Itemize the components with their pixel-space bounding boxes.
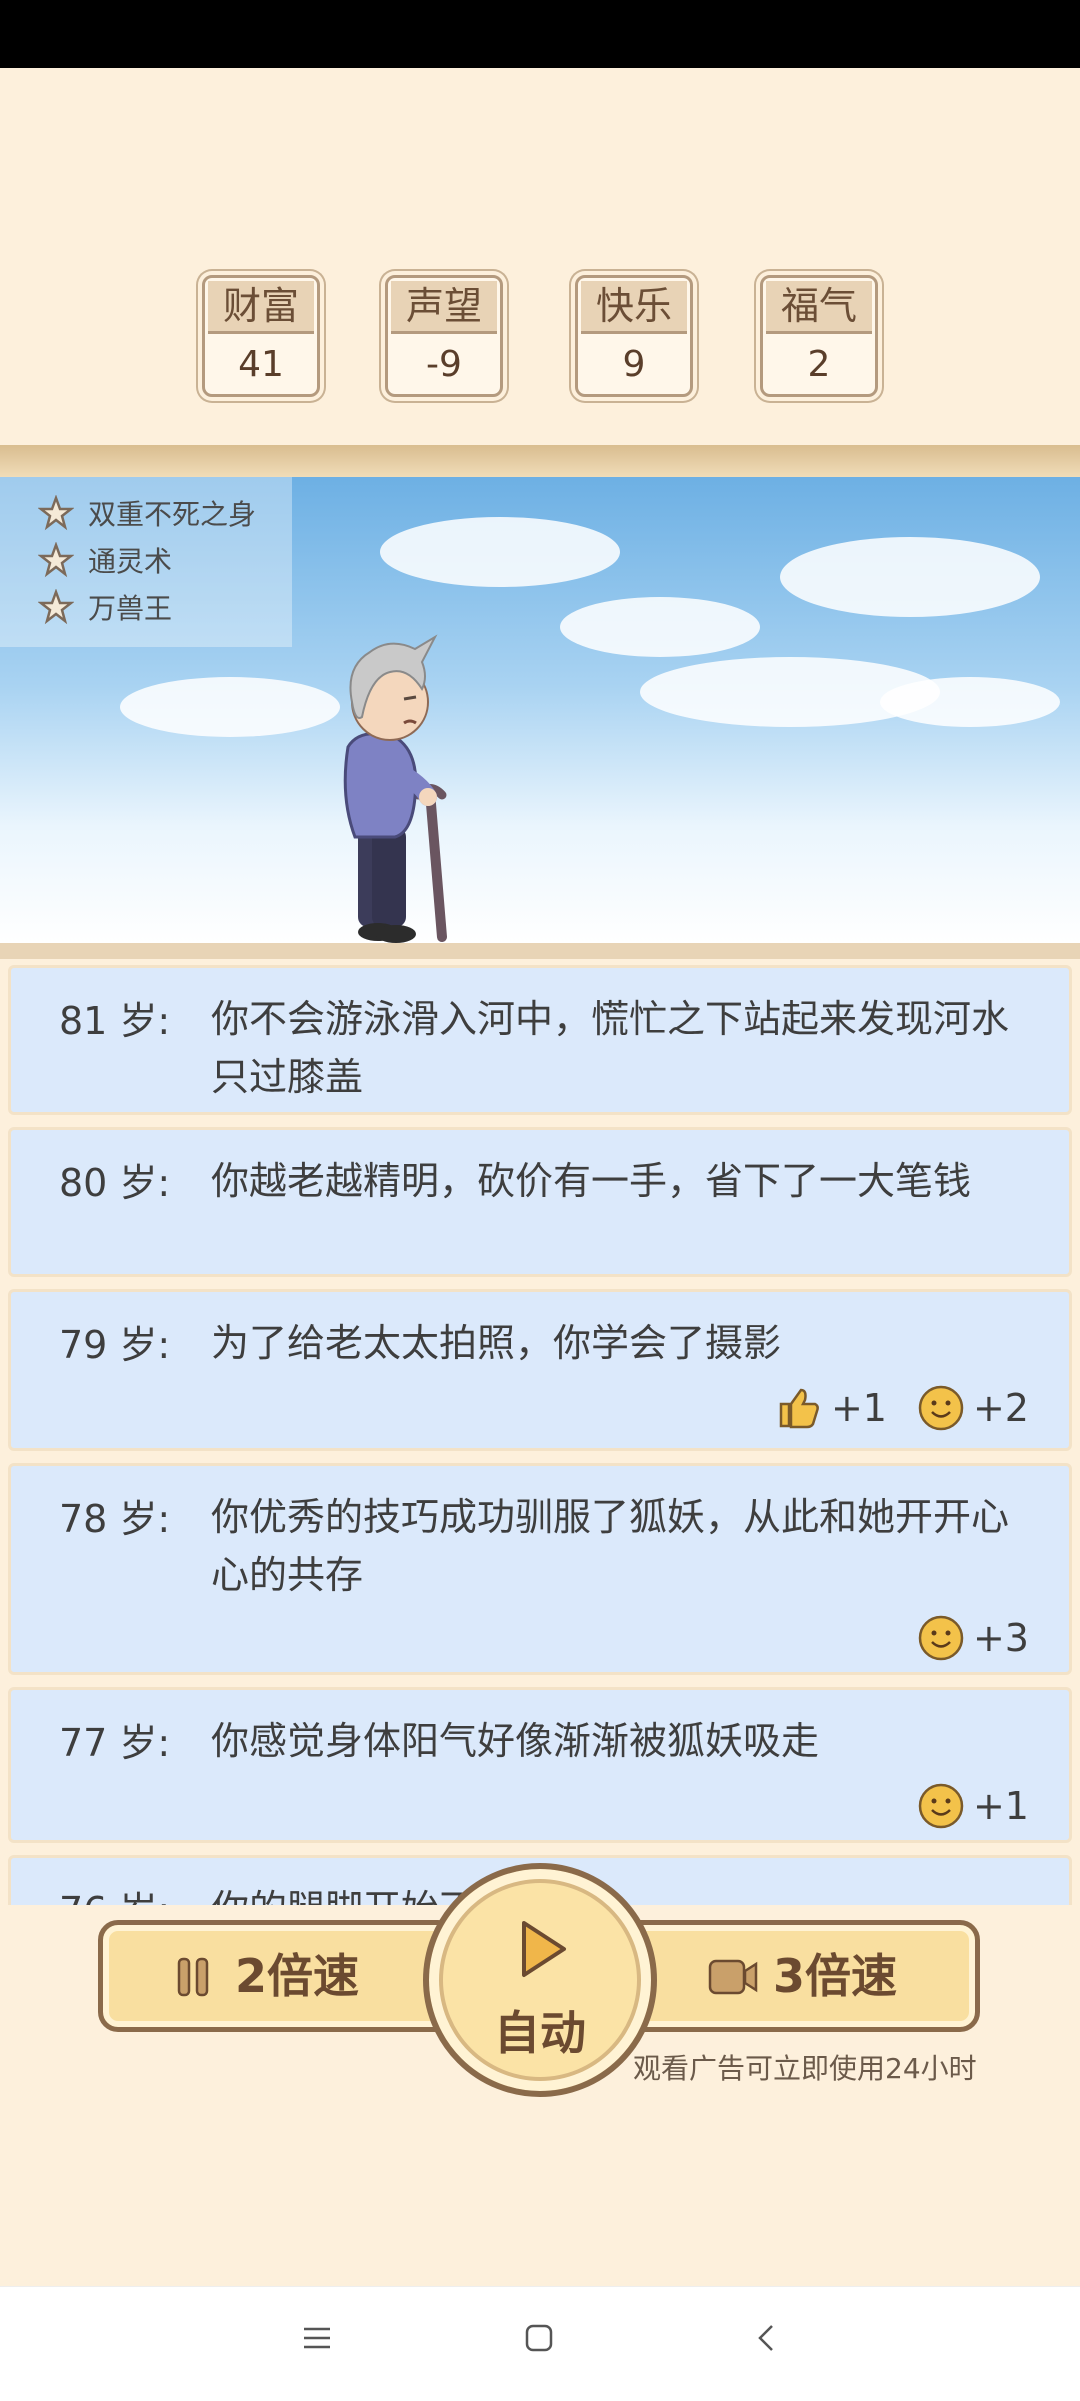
play-icon (522, 1921, 566, 1977)
talent-item: 万兽王 (38, 587, 172, 627)
reward-item: +1 (917, 1782, 1029, 1830)
pause-icon (177, 1957, 209, 1997)
talent-list: 双重不死之身 通灵术 万兽王 (0, 477, 292, 647)
log-age: 76 岁: (59, 1880, 170, 1905)
log-entry: 81 岁: 你不会游泳滑入河中，慌忙之下站起来发现河水只过膝盖 (8, 965, 1072, 1115)
log-entry: 79 岁: 为了给老太太拍照，你学会了摄影 +1 +2 (8, 1289, 1072, 1451)
smile-icon (918, 1783, 964, 1829)
ad-note: 观看广告可立即使用24小时 (633, 2052, 977, 2085)
talent-label: 双重不死之身 (88, 498, 257, 531)
reward-item: +1 (775, 1384, 887, 1432)
star-icon (38, 495, 74, 531)
reward-item: +2 (917, 1384, 1029, 1432)
talent-item: 双重不死之身 (38, 493, 256, 533)
thumbs-up-icon (779, 1388, 819, 1429)
auto-play-button[interactable]: 自动 (423, 1863, 657, 2097)
reward-value: +1 (972, 1784, 1029, 1828)
scene-frame-top (0, 445, 1080, 479)
log-event: 你优秀的技巧成功驯服了狐妖，从此和她开开心心的共存 (211, 1495, 1010, 1597)
elderly-character-icon (343, 634, 447, 943)
log-event: 你越老越精明，砍价有一手，省下了一大笔钱 (211, 1159, 972, 1203)
log-age: 78 岁: (59, 1497, 171, 1541)
stat-wealth: 财富 41 (202, 275, 320, 397)
talent-label: 通灵术 (88, 545, 173, 578)
back-icon[interactable] (754, 2323, 778, 2353)
reward-list: +3 (887, 1614, 1029, 1662)
stat-value: -9 (426, 344, 462, 385)
home-icon[interactable] (524, 2323, 554, 2353)
talent-label: 万兽王 (88, 592, 173, 625)
speed-3x-button[interactable]: 3倍速 (620, 1920, 980, 2032)
log-age: 80 岁: (59, 1161, 171, 1205)
reward-list: +1 (887, 1782, 1029, 1830)
smile-icon (918, 1615, 964, 1661)
speed-2x-button[interactable]: 2倍速 (98, 1920, 458, 2032)
scene-frame-bottom (0, 943, 1080, 959)
stat-label: 声望 (391, 281, 497, 334)
stat-happiness: 快乐 9 (575, 275, 693, 397)
status-bar (0, 0, 1080, 68)
speed-3x-label: 3倍速 (773, 1949, 898, 2003)
log-entry: 78 岁: 你优秀的技巧成功驯服了狐妖，从此和她开开心心的共存 +3 (8, 1463, 1072, 1675)
log-age: 79 岁: (59, 1323, 171, 1367)
log-event: 你感觉身体阳气好像渐渐被狐妖吸走 (211, 1719, 820, 1763)
reward-list: +1 +2 (745, 1384, 1029, 1432)
speed-2x-label: 2倍速 (235, 1949, 360, 2003)
stat-reputation: 声望 -9 (385, 275, 503, 397)
reward-value: +3 (972, 1616, 1029, 1660)
log-event: 你不会游泳滑入河中，慌忙之下站起来发现河水只过膝盖 (211, 997, 1010, 1099)
reward-value: +2 (972, 1386, 1029, 1430)
system-nav-bar (0, 2286, 1080, 2401)
log-entry: 77 岁: 你感觉身体阳气好像渐渐被狐妖吸走 +1 (8, 1687, 1072, 1843)
video-ad-icon (708, 1959, 758, 1995)
log-event: 为了给老太太拍照，你学会了摄影 (211, 1321, 782, 1365)
log-age: 81 岁: (59, 999, 171, 1043)
stat-value: 41 (238, 344, 284, 385)
reward-item: +3 (917, 1614, 1029, 1662)
stat-label: 财富 (208, 281, 314, 334)
star-icon (38, 589, 74, 625)
log-entry: 80 岁: 你越老越精明，砍价有一手，省下了一大笔钱 (8, 1127, 1072, 1277)
talent-item: 通灵术 (38, 540, 172, 580)
stat-label: 快乐 (581, 281, 687, 334)
auto-play-label: 自动 (494, 2006, 586, 2060)
character-scene: 双重不死之身 通灵术 万兽王 (0, 477, 1080, 943)
reward-value: +1 (830, 1386, 887, 1430)
stat-fortune: 福气 2 (760, 275, 878, 397)
life-log[interactable]: 81 岁: 你不会游泳滑入河中，慌忙之下站起来发现河水只过膝盖 80 岁: 你越… (0, 965, 1080, 1905)
smile-icon (918, 1385, 964, 1431)
stat-value: 9 (622, 344, 646, 385)
menu-icon[interactable] (302, 2325, 332, 2351)
stat-value: 2 (807, 344, 831, 385)
log-age: 77 岁: (59, 1721, 171, 1765)
star-icon (38, 542, 74, 578)
stat-label: 福气 (766, 281, 872, 334)
